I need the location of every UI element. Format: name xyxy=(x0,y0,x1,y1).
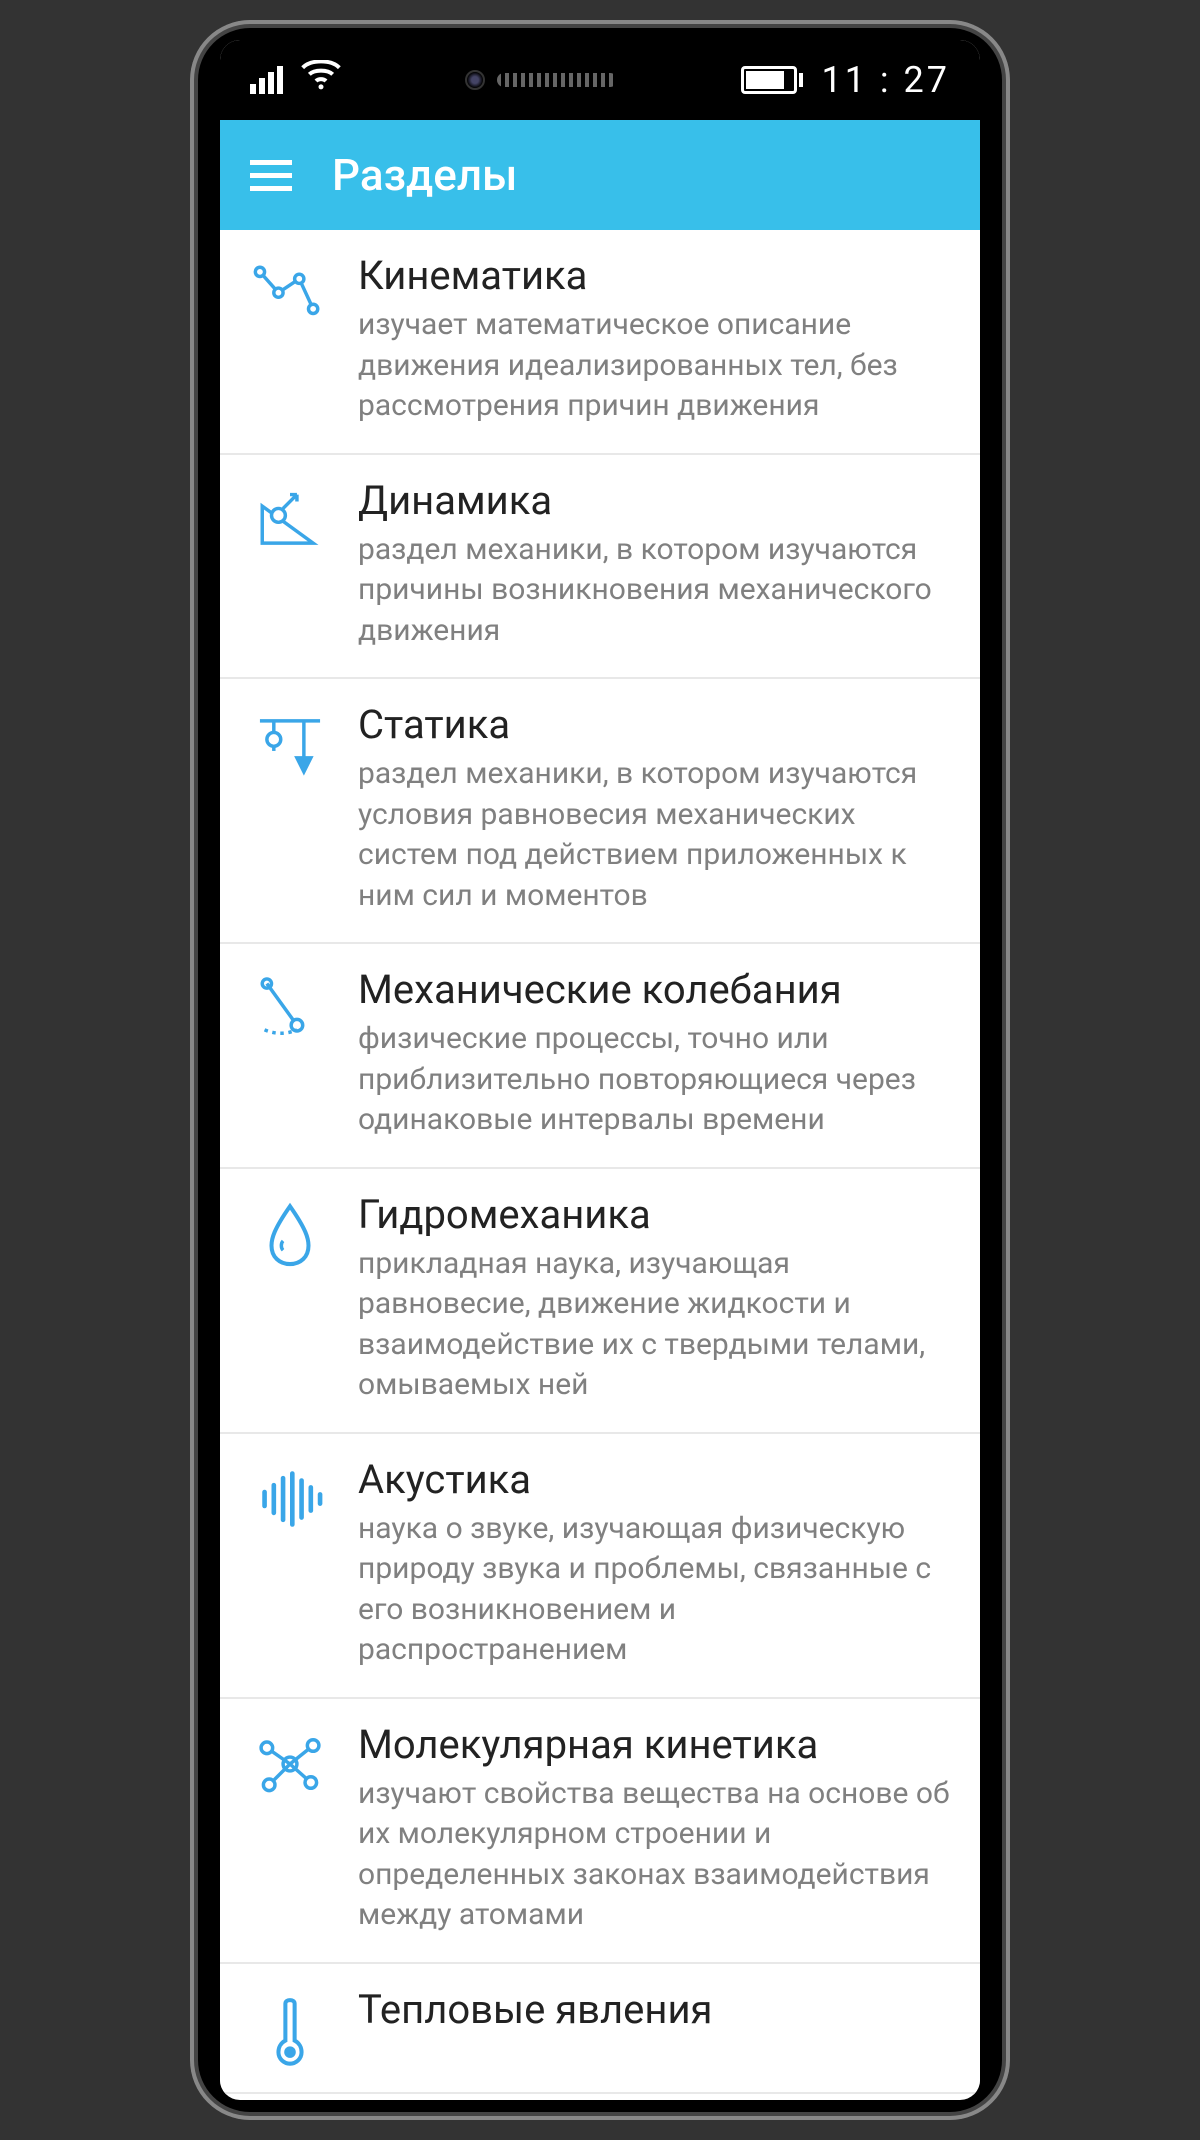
screen: 11 : 27 Разделы xyxy=(220,40,980,2100)
item-text: Кинематика изучает математическое описан… xyxy=(358,252,950,427)
list-item-molecular[interactable]: Молекулярная кинетика изучают свойства в… xyxy=(220,1699,980,1964)
statics-icon xyxy=(250,701,330,916)
acoustics-icon xyxy=(250,1456,330,1671)
status-time: 11 : 27 xyxy=(821,59,950,101)
item-title: Механические колебания xyxy=(358,966,950,1013)
item-title: Акустика xyxy=(358,1456,950,1503)
speaker-icon xyxy=(497,73,617,87)
thermal-icon xyxy=(250,1986,330,2066)
status-bar: 11 : 27 xyxy=(220,40,980,120)
list-item-oscillation[interactable]: Механические колебания физические процес… xyxy=(220,944,980,1169)
app-header: Разделы xyxy=(220,120,980,230)
item-desc: раздел механики, в котором изучаются при… xyxy=(358,530,950,652)
status-left xyxy=(250,59,341,101)
list-item-kinematics[interactable]: Кинематика изучает математическое описан… xyxy=(220,230,980,455)
item-text: Динамика раздел механики, в котором изуч… xyxy=(358,477,950,652)
list-item-acoustics[interactable]: Акустика наука о звуке, изучающая физиче… xyxy=(220,1434,980,1699)
item-desc: раздел механики, в котором изучаются усл… xyxy=(358,754,950,916)
item-desc: физические процессы, точно или приблизит… xyxy=(358,1019,950,1141)
item-text: Гидромеханика прикладная наука, изучающа… xyxy=(358,1191,950,1406)
battery-icon xyxy=(741,66,803,94)
item-title: Кинематика xyxy=(358,252,950,299)
phone-frame: 11 : 27 Разделы xyxy=(190,20,1010,2120)
list-item-dynamics[interactable]: Динамика раздел механики, в котором изуч… xyxy=(220,455,980,680)
item-desc: изучает математическое описание движения… xyxy=(358,305,950,427)
hydro-icon xyxy=(250,1191,330,1406)
item-title: Статика xyxy=(358,701,950,748)
item-text: Молекулярная кинетика изучают свойства в… xyxy=(358,1721,950,1936)
item-title: Динамика xyxy=(358,477,950,524)
status-right: 11 : 27 xyxy=(741,59,950,101)
item-text: Акустика наука о звуке, изучающая физиче… xyxy=(358,1456,950,1671)
item-text: Статика раздел механики, в котором изуча… xyxy=(358,701,950,916)
item-title: Гидромеханика xyxy=(358,1191,950,1238)
kinematics-icon xyxy=(250,252,330,427)
item-title: Молекулярная кинетика xyxy=(358,1721,950,1768)
page-title: Разделы xyxy=(332,149,517,201)
oscillation-icon xyxy=(250,966,330,1141)
item-text: Механические колебания физические процес… xyxy=(358,966,950,1141)
item-desc: прикладная наука, изучающая равновесие, … xyxy=(358,1244,950,1406)
list-item-statics[interactable]: Статика раздел механики, в котором изуча… xyxy=(220,679,980,944)
dynamics-icon xyxy=(250,477,330,652)
menu-button[interactable] xyxy=(250,160,292,191)
item-desc: наука о звуке, изучающая физическую прир… xyxy=(358,1509,950,1671)
list-item-thermal[interactable]: Тепловые явления xyxy=(220,1964,980,2094)
camera-icon xyxy=(465,70,485,90)
item-text: Тепловые явления xyxy=(358,1986,950,2066)
molecular-icon xyxy=(250,1721,330,1936)
list-item-hydro[interactable]: Гидромеханика прикладная наука, изучающа… xyxy=(220,1169,980,1434)
item-desc: изучают свойства вещества на основе об и… xyxy=(358,1774,950,1936)
item-title: Тепловые явления xyxy=(358,1986,950,2033)
wifi-icon xyxy=(301,59,341,101)
status-center xyxy=(465,70,617,90)
section-list: Кинематика изучает математическое описан… xyxy=(220,230,980,2094)
signal-icon xyxy=(250,66,283,94)
